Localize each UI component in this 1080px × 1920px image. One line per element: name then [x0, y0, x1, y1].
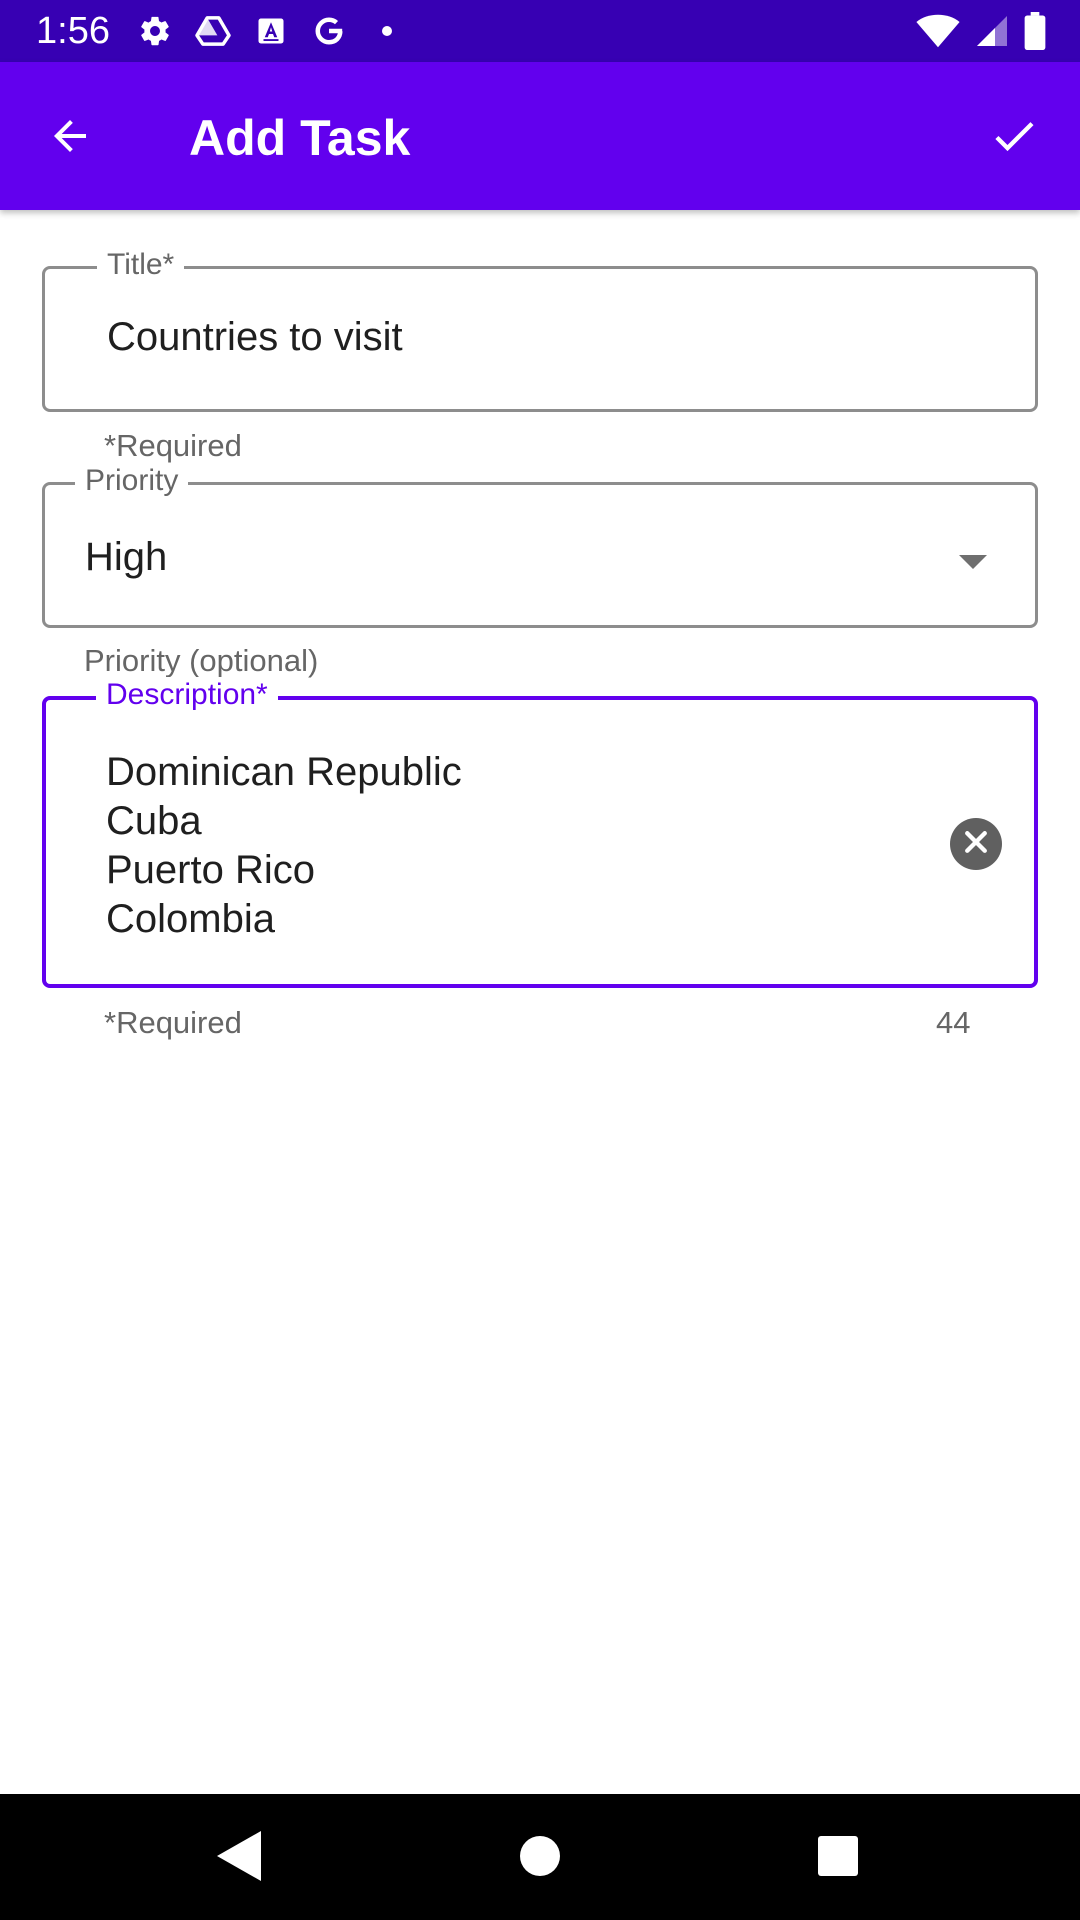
home-circle-icon	[519, 1835, 561, 1882]
drive-icon	[194, 12, 232, 50]
app-bar: Add Task	[0, 62, 1080, 210]
font-icon	[252, 12, 290, 50]
signal-icon	[974, 13, 1010, 54]
description-helper-text: *Required	[104, 1005, 242, 1040]
priority-helper-text: Priority (optional)	[84, 643, 319, 678]
description-field-label: Description*	[96, 677, 278, 713]
priority-dropdown[interactable]: Priority High	[42, 463, 1038, 628]
nav-home-button[interactable]	[510, 1828, 570, 1888]
google-icon	[310, 12, 348, 50]
title-field[interactable]: Title* Countries to visit	[42, 247, 1038, 412]
settings-icon	[136, 12, 174, 50]
priority-field-value[interactable]: High	[85, 533, 167, 582]
title-field-label: Title*	[97, 247, 185, 283]
wifi-icon	[916, 13, 960, 54]
close-icon	[961, 827, 991, 862]
recents-square-icon	[817, 1835, 859, 1882]
back-triangle-icon	[217, 1830, 263, 1886]
title-helper-text: *Required	[104, 428, 242, 463]
status-right-icons	[916, 12, 1046, 55]
description-field-value[interactable]: Dominican Republic Cuba Puerto Rico Colo…	[106, 748, 462, 944]
status-bar: 1:56	[0, 0, 1080, 62]
check-icon	[988, 110, 1040, 167]
dropdown-arrow-icon[interactable]	[959, 555, 987, 569]
system-navigation-bar	[0, 1794, 1080, 1920]
arrow-back-icon	[46, 112, 94, 165]
page-title: Add Task	[189, 110, 411, 166]
nav-recents-button[interactable]	[808, 1828, 868, 1888]
save-button[interactable]	[982, 106, 1046, 170]
nav-back-button[interactable]	[210, 1828, 270, 1888]
status-left-icons	[136, 12, 406, 50]
dot-icon	[368, 12, 406, 50]
battery-icon	[1024, 12, 1046, 55]
clear-text-button[interactable]	[950, 818, 1002, 870]
character-counter: 44	[936, 1005, 971, 1040]
status-time: 1:56	[36, 10, 110, 52]
description-field[interactable]: Description* Dominican Republic Cuba Pue…	[42, 677, 1038, 988]
back-button[interactable]	[38, 106, 102, 170]
priority-field-label: Priority	[75, 463, 189, 499]
title-field-value[interactable]: Countries to visit	[107, 313, 403, 362]
